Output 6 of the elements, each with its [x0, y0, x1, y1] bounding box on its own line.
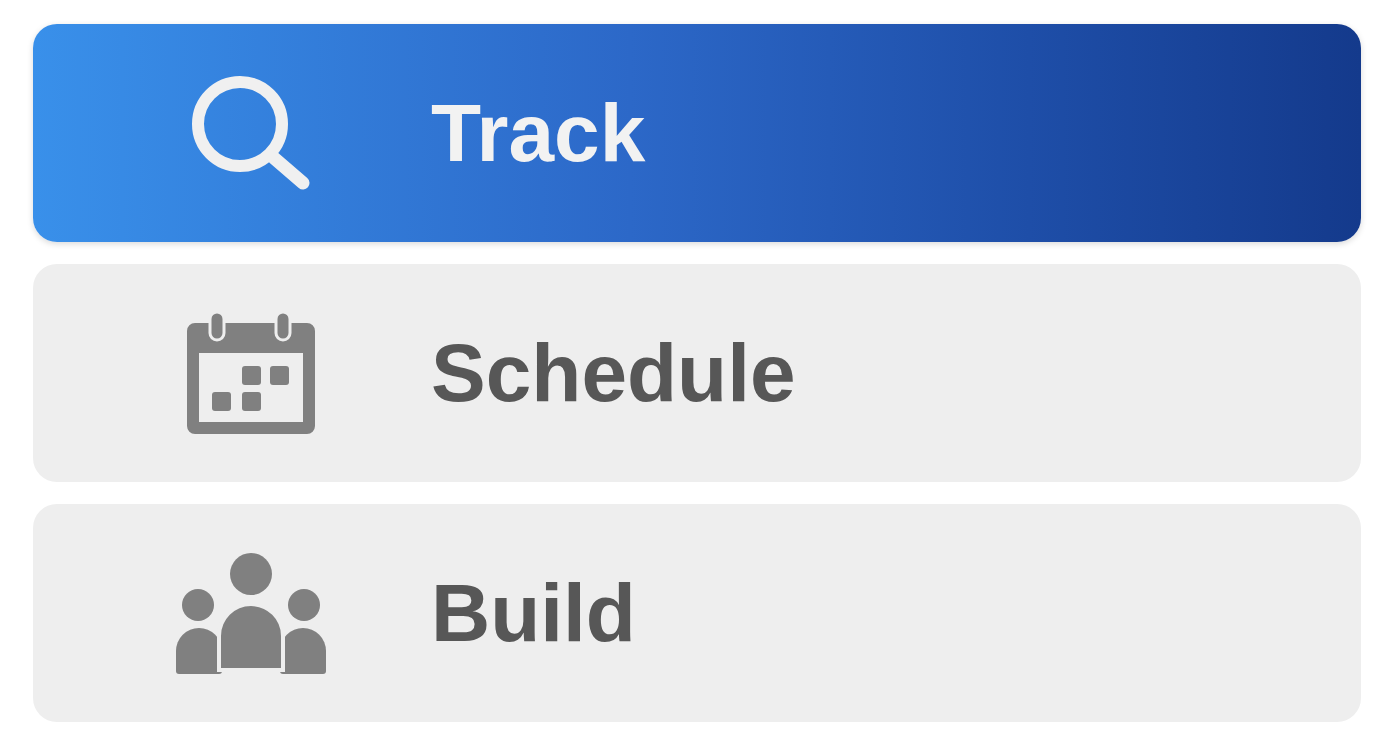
calendar-icon	[187, 312, 315, 434]
menu-item[interactable]: Build	[33, 504, 1361, 722]
people-icon	[176, 551, 326, 675]
menu-item[interactable]: Schedule	[33, 264, 1361, 482]
search-icon	[192, 76, 310, 190]
menu-item[interactable]: Track	[33, 24, 1361, 242]
